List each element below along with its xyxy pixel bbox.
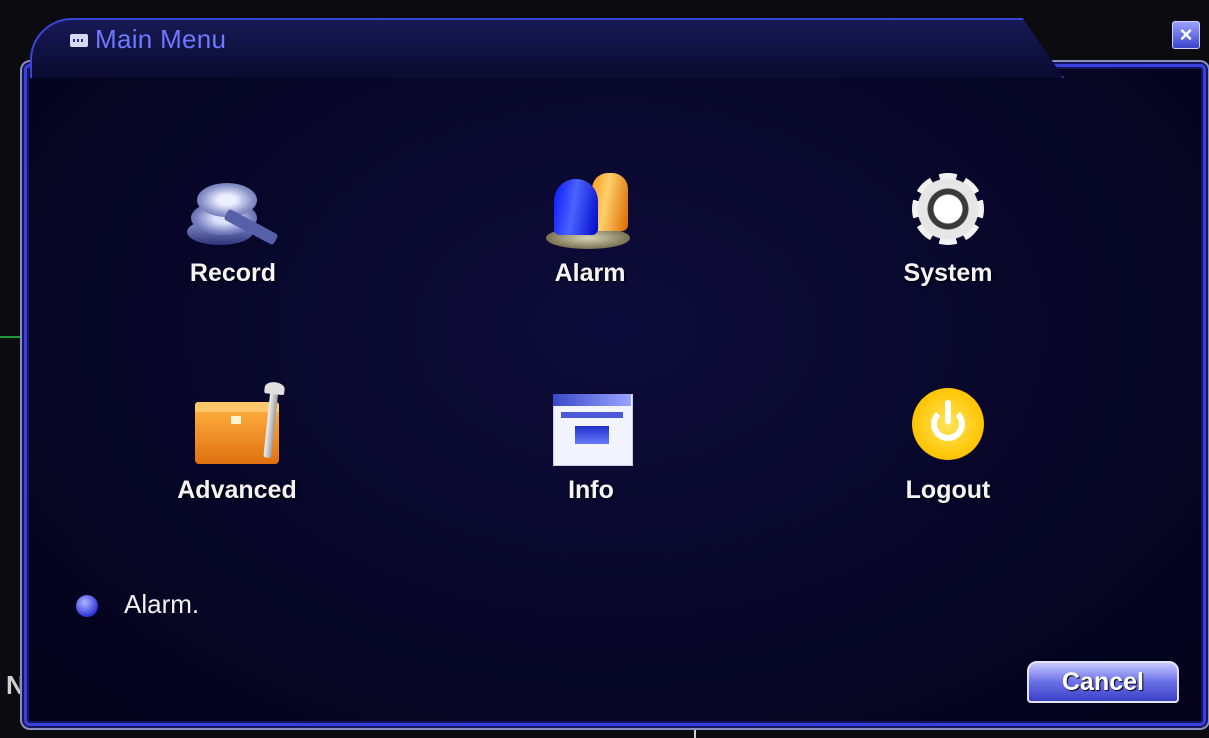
menu-item-label: Info [568, 476, 614, 504]
background-divider-horizontal [0, 336, 22, 338]
menu-window-icon [70, 34, 88, 47]
menu-item-label: Advanced [177, 476, 297, 504]
film-reel-icon [183, 165, 283, 255]
toolbox-icon [187, 382, 287, 472]
menu-item-label: Record [189, 259, 277, 287]
info-window-icon [541, 382, 641, 472]
menu-item-label: Alarm [554, 259, 626, 287]
menu-item-label: System [903, 259, 993, 287]
menu-item-label: Logout [905, 476, 991, 504]
gear-icon [898, 165, 998, 255]
background-corner-text: N [6, 670, 25, 700]
menu-item-logout[interactable]: Logout [848, 382, 1048, 505]
menu-item-alarm[interactable]: Alarm [490, 165, 690, 288]
alarm-beacon-icon [540, 165, 640, 255]
menu-item-record[interactable]: Record [133, 165, 333, 288]
power-icon [898, 382, 998, 472]
info-bullet-icon [76, 595, 98, 617]
dialog-title: Main Menu [95, 24, 227, 54]
close-icon: × [1179, 22, 1193, 47]
menu-item-info[interactable]: Info [491, 382, 691, 505]
menu-item-system[interactable]: System [848, 165, 1048, 288]
status-text: Alarm. [124, 589, 200, 619]
menu-item-advanced[interactable]: Advanced [137, 382, 337, 505]
cancel-button[interactable]: Cancel [1027, 661, 1179, 703]
close-button[interactable]: × [1172, 21, 1200, 49]
